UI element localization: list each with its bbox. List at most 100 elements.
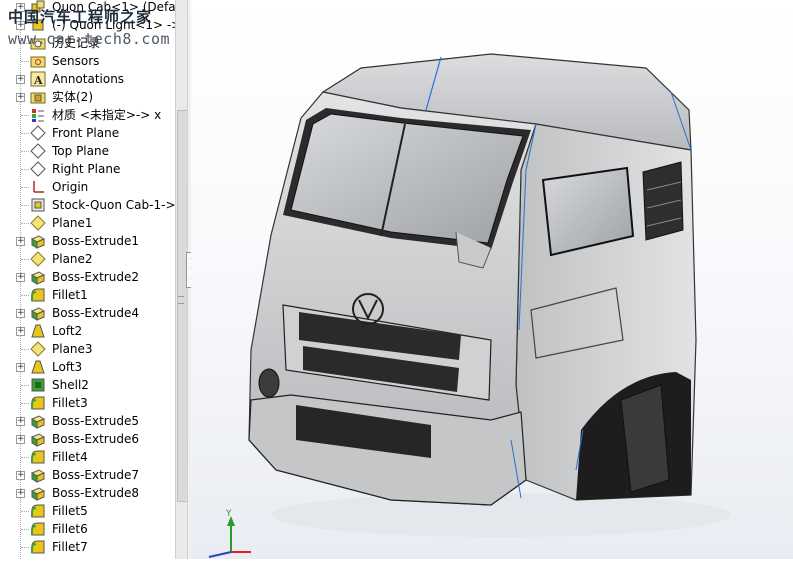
tree-connector (21, 529, 29, 530)
axis-triad-icon: Y (208, 509, 251, 558)
fillet-icon (30, 539, 46, 555)
fillet-icon (30, 503, 46, 519)
tree-connector (21, 349, 29, 350)
ref-plane-icon (30, 251, 46, 267)
expand-toggle-icon[interactable]: + (16, 273, 25, 282)
tree-item[interactable]: Origin (0, 178, 175, 196)
tree-connector (21, 133, 29, 134)
truck-cab-model: Y (208, 53, 731, 558)
tree-item[interactable]: + A Annotations (0, 70, 175, 88)
tree-connector (21, 259, 29, 260)
tree-item-label: 实体(2) (52, 90, 93, 104)
tree-item[interactable]: + Boss-Extrude5 (0, 412, 175, 430)
tree-item[interactable]: + 实体(2) (0, 88, 175, 106)
ref-plane-icon (30, 341, 46, 357)
extrude-icon (30, 431, 46, 447)
expand-toggle-icon[interactable]: + (16, 309, 25, 318)
expand-toggle-icon[interactable]: + (16, 435, 25, 444)
left-headlight (258, 368, 280, 398)
tree-item[interactable]: + Loft2 (0, 322, 175, 340)
graphics-viewport[interactable]: Y (191, 0, 793, 559)
tree-item-label: Loft2 (52, 324, 83, 338)
tree-item[interactable]: Plane2 (0, 250, 175, 268)
material-icon (30, 107, 46, 123)
triad-y-label: Y (225, 509, 232, 519)
tree-item-label: Boss-Extrude2 (52, 270, 139, 284)
extrude-icon (30, 467, 46, 483)
tree-item[interactable]: Fillet5 (0, 502, 175, 520)
tree-item[interactable]: Fillet1 (0, 286, 175, 304)
feature-manager-tree: +Quon Cab<1> (Default<+(-) Quon Light<1>… (0, 0, 175, 559)
extrude-icon (30, 413, 46, 429)
extrude-icon (30, 305, 46, 321)
annotation-icon: A (30, 71, 46, 87)
tree-item[interactable]: + Boss-Extrude7 (0, 466, 175, 484)
tree-item-label: Front Plane (52, 126, 120, 140)
extrude-icon (30, 233, 46, 249)
expand-toggle-icon[interactable]: + (16, 489, 25, 498)
watermark-url: www.car-tech8.com (8, 30, 171, 48)
tree-item-label: Boss-Extrude4 (52, 306, 139, 320)
svg-text:A: A (33, 74, 43, 87)
expand-toggle-icon[interactable]: + (16, 327, 25, 336)
tree-connector (21, 511, 29, 512)
expand-toggle-icon[interactable]: + (16, 417, 25, 426)
stock-part-icon (30, 197, 46, 213)
tree-item-label: Boss-Extrude1 (52, 234, 139, 248)
tree-item-label: Boss-Extrude5 (52, 414, 139, 428)
tree-item-label: Fillet4 (52, 450, 88, 464)
ref-plane-icon (30, 215, 46, 231)
scrollbar-grip-icon (178, 296, 184, 304)
tree-item[interactable]: Fillet4 (0, 448, 175, 466)
tree-item[interactable]: + Boss-Extrude1 (0, 232, 175, 250)
tree-connector (21, 385, 29, 386)
tree-item[interactable]: + Boss-Extrude6 (0, 430, 175, 448)
tree-item-label: Fillet3 (52, 396, 88, 410)
tree-item-label: Plane3 (52, 342, 93, 356)
tree-item-label: 材质 <未指定>-> x (52, 108, 162, 122)
loft-icon (30, 323, 46, 339)
tree-item-label: Fillet1 (52, 288, 88, 302)
tree-item-label: Sensors (52, 54, 100, 68)
fillet-icon (30, 287, 46, 303)
tree-connector (21, 547, 29, 548)
tree-item[interactable]: Sensors (0, 52, 175, 70)
tree-item[interactable]: 材质 <未指定>-> x (0, 106, 175, 124)
plane-icon (30, 125, 46, 141)
tree-connector (21, 205, 29, 206)
tree-item[interactable]: Right Plane (0, 160, 175, 178)
expand-toggle-icon[interactable]: + (16, 471, 25, 480)
expand-toggle-icon[interactable]: + (16, 363, 25, 372)
tree-item[interactable]: Top Plane (0, 142, 175, 160)
sensor-folder-icon (30, 53, 46, 69)
expand-toggle-icon[interactable]: + (16, 75, 25, 84)
tree-item[interactable]: + Boss-Extrude8 (0, 484, 175, 502)
extrude-icon (30, 269, 46, 285)
tree-item[interactable]: Fillet3 (0, 394, 175, 412)
tree-item-label: Fillet7 (52, 540, 88, 554)
tree-connector (21, 151, 29, 152)
tree-item[interactable]: Stock-Quon Cab-1-> (0, 196, 175, 214)
tree-item[interactable]: Fillet6 (0, 520, 175, 538)
tree-item-label: Boss-Extrude6 (52, 432, 139, 446)
origin-icon (30, 179, 46, 195)
watermark-title: 中国汽车工程师之家 (8, 8, 153, 26)
expand-toggle-icon[interactable]: + (16, 93, 25, 102)
tree-item[interactable]: Plane3 (0, 340, 175, 358)
expand-toggle-icon[interactable]: + (16, 237, 25, 246)
tree-item[interactable]: + Boss-Extrude2 (0, 268, 175, 286)
tree-item-label: Boss-Extrude8 (52, 486, 139, 500)
tree-connector (21, 61, 29, 62)
tree-item[interactable]: + Boss-Extrude4 (0, 304, 175, 322)
tree-item[interactable]: + Loft3 (0, 358, 175, 376)
tree-item-label: Loft3 (52, 360, 83, 374)
tree-item-label: Shell2 (52, 378, 89, 392)
tree-item[interactable]: Front Plane (0, 124, 175, 142)
tree-item[interactable]: Fillet7 (0, 538, 175, 556)
tree-connector (21, 223, 29, 224)
tree-item[interactable]: Plane1 (0, 214, 175, 232)
tree-connector (21, 169, 29, 170)
tree-item[interactable]: Shell2 (0, 376, 175, 394)
loft-icon (30, 359, 46, 375)
tree-item-label: Right Plane (52, 162, 121, 176)
